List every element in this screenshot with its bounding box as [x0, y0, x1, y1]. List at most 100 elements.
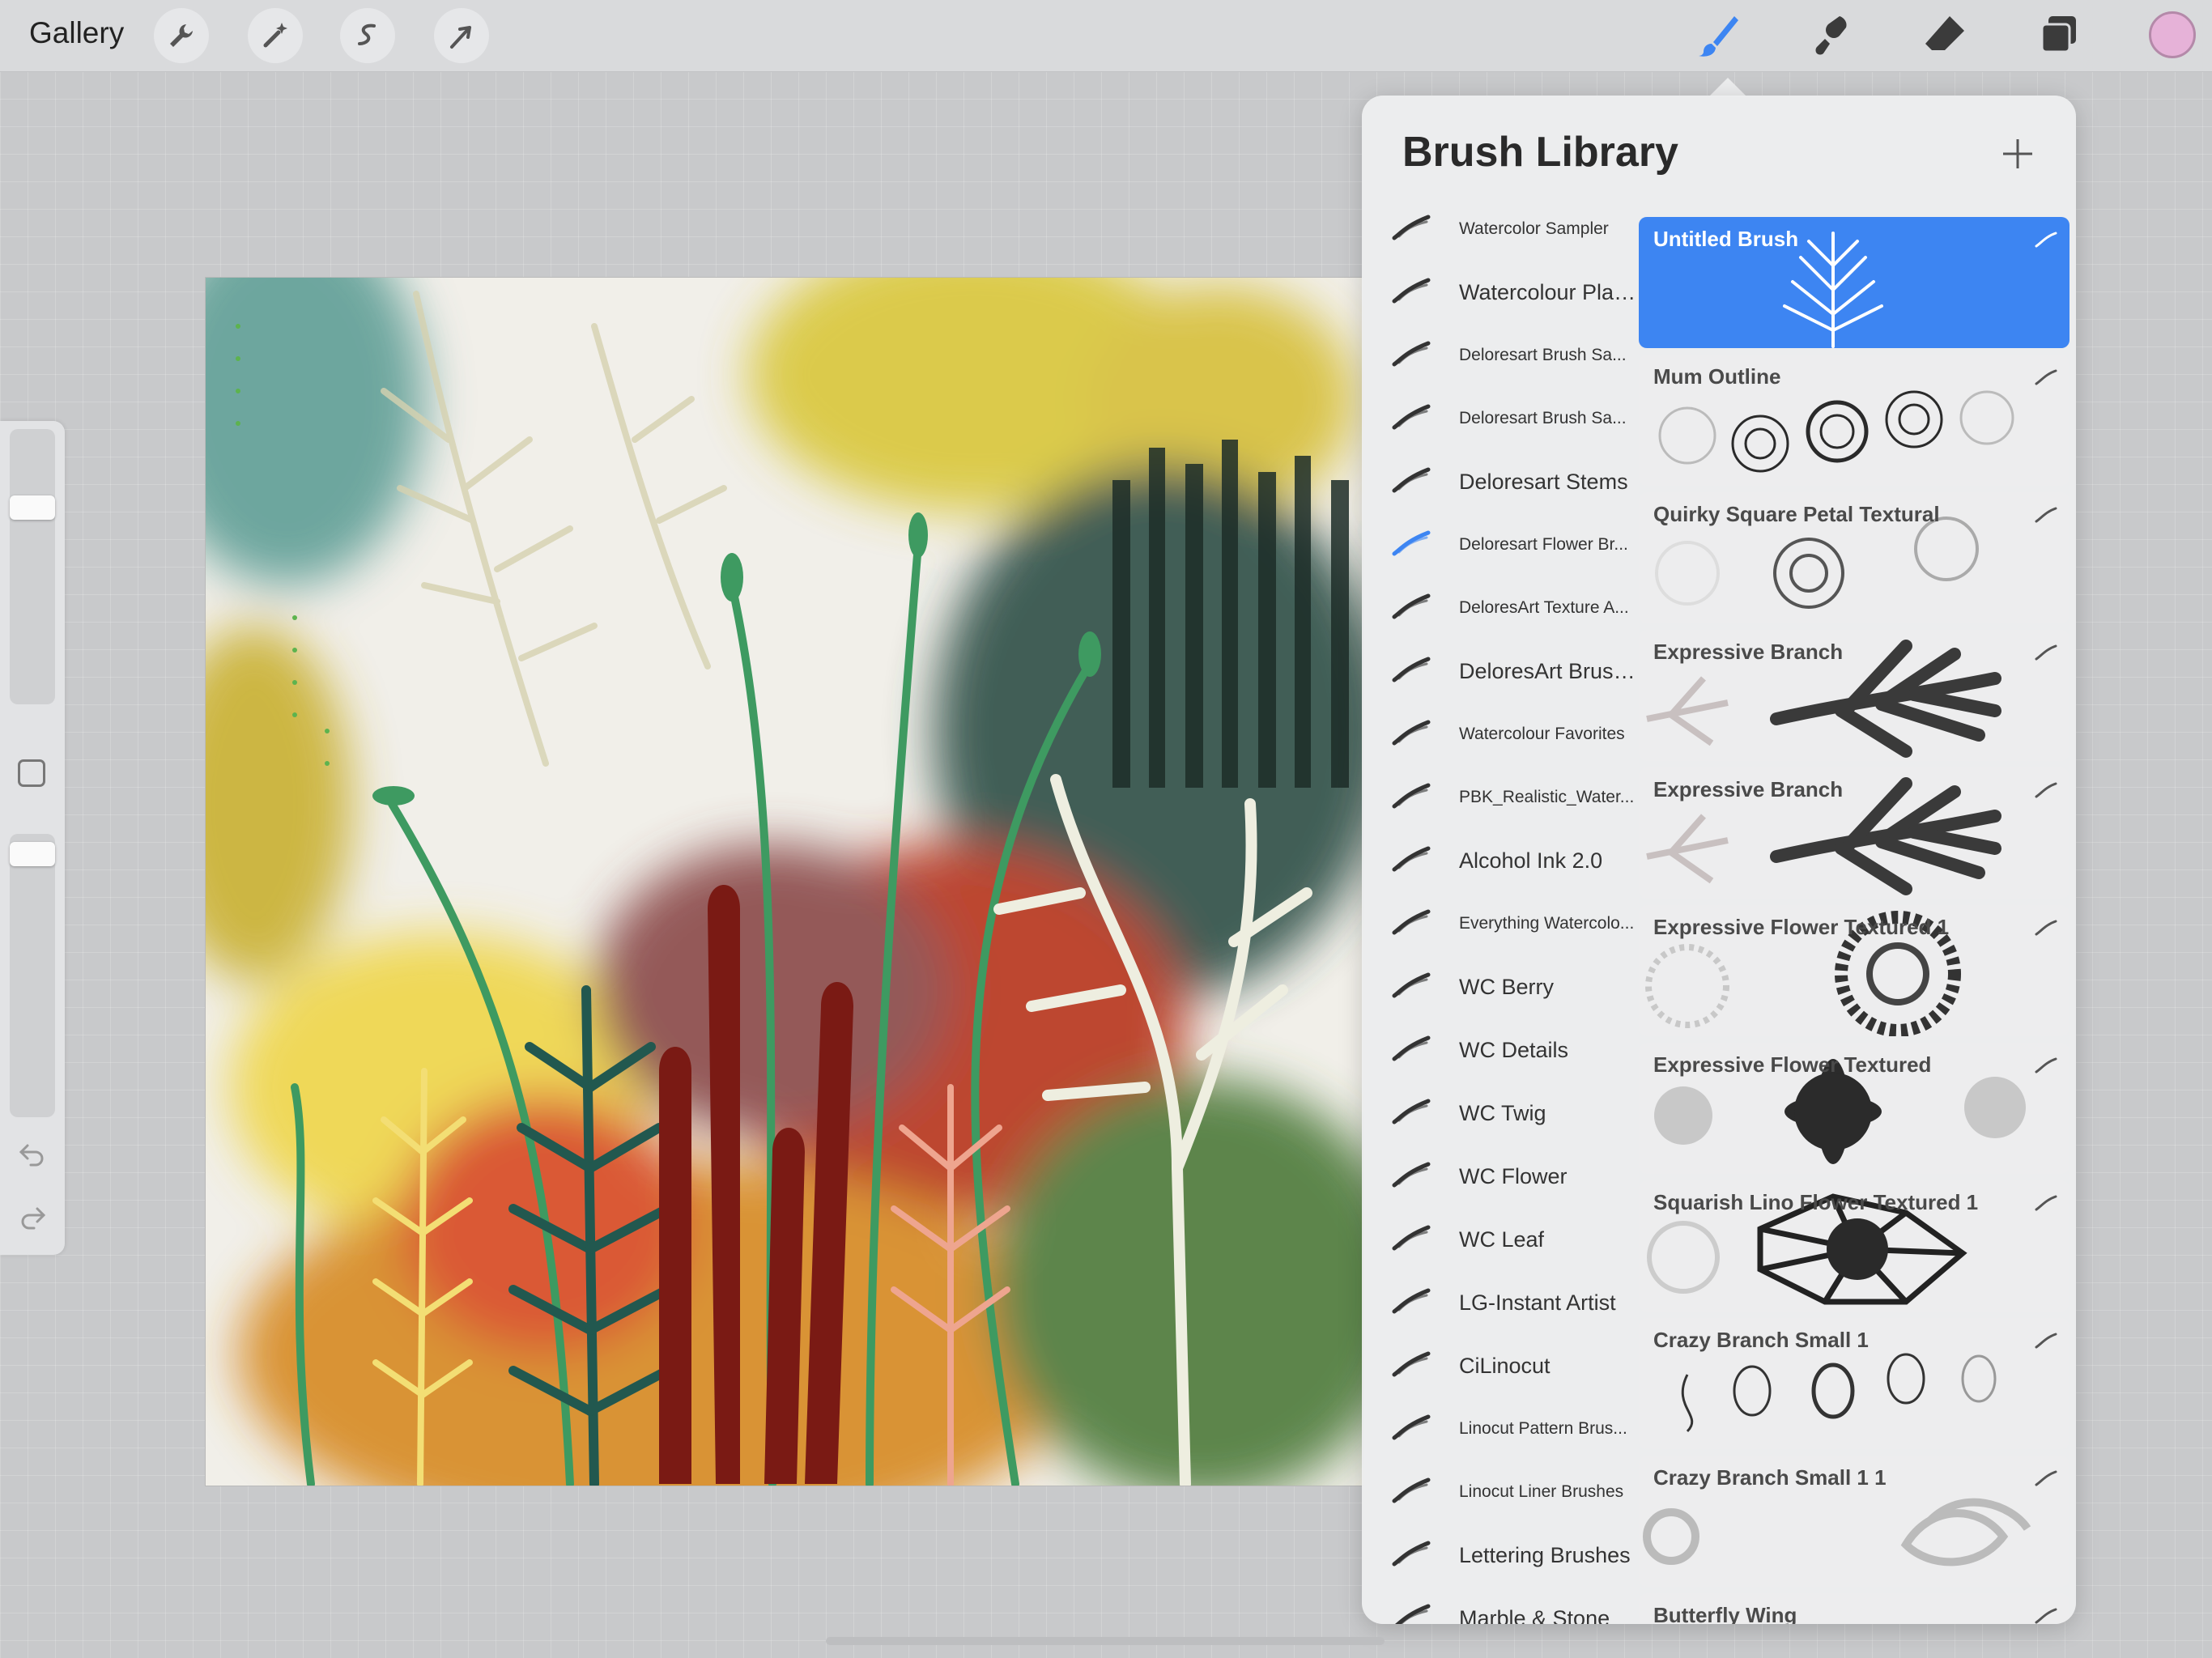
brush-item[interactable]: Butterfly Wing: [1639, 1593, 2069, 1624]
brush-stroke-icon: [1392, 846, 1431, 872]
brush-name: Quirky Square Petal Textural: [1653, 502, 1940, 526]
modify-button[interactable]: [18, 759, 45, 787]
plus-icon: [2003, 139, 2032, 168]
brush-set-label: Watercolor Sampler: [1459, 219, 1609, 238]
brush-name: Expressive Branch: [1653, 777, 1844, 801]
layers-button[interactable]: [2031, 8, 2086, 63]
brush-item[interactable]: Expressive Branch: [1639, 630, 2069, 761]
brush-set-item[interactable]: Deloresart Flower Br...: [1362, 517, 1637, 573]
brush-set-item[interactable]: Watercolour Favorites: [1362, 706, 1637, 763]
brush-item[interactable]: Untitled Brush: [1639, 217, 2069, 348]
selection-button[interactable]: [340, 8, 395, 63]
brush-set-label: Marble & Stone: [1459, 1605, 1610, 1625]
brush-set-label: Deloresart Brush Sa...: [1459, 346, 1627, 364]
brush-set-label: WC Leaf: [1459, 1226, 1545, 1252]
brush-stroke-icon: [1392, 1541, 1431, 1567]
brush-set-item[interactable]: WC Details: [1362, 1022, 1637, 1078]
brush-set-item[interactable]: WC Twig: [1362, 1085, 1637, 1141]
undo-icon: [19, 1144, 44, 1167]
brush-stroke-icon: [1392, 404, 1431, 430]
brush-tool-button[interactable]: [1691, 8, 1746, 63]
watercolor-artwork: [206, 278, 1363, 1486]
actions-button[interactable]: [154, 8, 209, 63]
brush-stroke-icon: [1392, 1162, 1431, 1188]
brush-set-item[interactable]: Linocut Liner Brushes: [1362, 1464, 1637, 1520]
brush-set-item[interactable]: PBK_Realistic_Water...: [1362, 769, 1637, 826]
brush-stroke-icon: [1392, 1225, 1431, 1251]
brush-stroke-icon: [1392, 1351, 1431, 1377]
brush-stroke-icon: [1392, 1414, 1431, 1440]
brush-item[interactable]: Mum Outline: [1639, 355, 2069, 486]
brush-name: Expressive Flower Textured 1: [1653, 915, 1950, 939]
brush-set-label: Deloresart Flower Br...: [1459, 535, 1628, 554]
brush-stroke-icon: [1392, 215, 1431, 240]
brush-name: Expressive Branch: [1653, 640, 1844, 664]
brush-set-item[interactable]: DeloresArt Texture A...: [1362, 580, 1637, 636]
brush-set-item[interactable]: Watercolour Plants: [1362, 264, 1639, 321]
brush-stroke-icon: [1392, 467, 1431, 493]
brush-name: Crazy Branch Small 1: [1653, 1328, 1869, 1352]
brush-size-slider[interactable]: [10, 429, 55, 704]
brush-set-item[interactable]: WC Flower: [1362, 1148, 1637, 1205]
brush-type-icon: [2035, 782, 2057, 798]
brush-set-label: Linocut Liner Brushes: [1459, 1482, 1624, 1501]
brush-item[interactable]: Squarish Lino Flower Textured 1: [1639, 1180, 2069, 1312]
brush-type-icon: [2035, 1470, 2057, 1486]
brush-set-label: WC Berry: [1459, 974, 1554, 999]
eraser-tool-button[interactable]: [1917, 8, 1972, 63]
brush-library-panel: Brush Library Watercolor Sampler Watercol…: [1362, 96, 2076, 1624]
redo-icon: [21, 1207, 46, 1230]
brush-set-label: DeloresArt Brushes: [1459, 658, 1639, 683]
transform-button[interactable]: [434, 8, 489, 63]
brush-set-item[interactable]: Watercolor Sampler: [1362, 201, 1637, 257]
brush-set-item[interactable]: CiLinocut: [1362, 1337, 1637, 1394]
brush-item[interactable]: Expressive Flower Textured 1: [1639, 905, 2069, 1036]
brush-set-label: Deloresart Stems: [1459, 469, 1628, 494]
brush-set-item[interactable]: DeloresArt Brushes: [1362, 643, 1639, 699]
brush-set-item[interactable]: Deloresart Brush Sa...: [1362, 390, 1637, 447]
color-picker-button[interactable]: [2149, 11, 2196, 58]
brush-set-label: DeloresArt Texture A...: [1459, 598, 1629, 617]
brush-set-item[interactable]: WC Berry: [1362, 959, 1637, 1015]
brush-set-item[interactable]: Marble & Stone: [1362, 1590, 1637, 1624]
home-indicator: [826, 1637, 1385, 1645]
brush-set-item[interactable]: Everything Watercolo...: [1362, 895, 1637, 952]
brush-item[interactable]: Crazy Branch Small 1 1: [1639, 1456, 2069, 1587]
brush-name: Crazy Branch Small 1 1: [1653, 1465, 1887, 1490]
brush-name: Butterfly Wing: [1653, 1603, 1797, 1624]
panel-title: Brush Library: [1402, 129, 1678, 176]
brush-set-item[interactable]: LG-Instant Artist: [1362, 1274, 1637, 1331]
brush-stroke-icon: [1392, 783, 1431, 809]
brush-size-thumb[interactable]: [10, 495, 55, 520]
add-brush-button[interactable]: [1995, 131, 2040, 176]
undo-button[interactable]: [16, 1138, 49, 1171]
brush-stroke-icon: [1392, 530, 1431, 556]
brush-set-item[interactable]: Lettering Brushes: [1362, 1527, 1637, 1584]
brush-set-item[interactable]: Deloresart Brush Sa...: [1362, 327, 1637, 384]
brush-set-item[interactable]: Linocut Pattern Brus...: [1362, 1401, 1637, 1457]
smudge-tool-button[interactable]: [1804, 8, 1859, 63]
brush-type-icon: [2035, 920, 2057, 936]
gallery-button[interactable]: Gallery: [29, 16, 124, 50]
brush-set-item[interactable]: Alcohol Ink 2.0: [1362, 832, 1637, 889]
brush-item[interactable]: Expressive Flower Textured: [1639, 1043, 2069, 1174]
opacity-slider[interactable]: [10, 834, 55, 1117]
brush-set-label: Everything Watercolo...: [1459, 914, 1635, 933]
redo-button[interactable]: [16, 1201, 49, 1234]
adjustments-button[interactable]: [248, 8, 303, 63]
opacity-thumb[interactable]: [10, 842, 55, 866]
brush-type-icon: [2035, 644, 2057, 661]
panel-pointer: [1708, 78, 1747, 97]
brush-set-label: CiLinocut: [1459, 1353, 1551, 1378]
brush-set-item[interactable]: Deloresart Stems: [1362, 453, 1637, 510]
brush-set-label: Watercolour Favorites: [1459, 725, 1625, 743]
brush-set-label: Linocut Pattern Brus...: [1459, 1419, 1627, 1438]
brush-stroke-icon: [1392, 1288, 1431, 1314]
brush-stroke-icon: [1392, 593, 1431, 619]
brush-item[interactable]: Crazy Branch Small 1: [1639, 1318, 2069, 1449]
brush-set-item[interactable]: WC Leaf: [1362, 1211, 1637, 1268]
brush-item[interactable]: Expressive Branch: [1639, 767, 2069, 899]
brush-stroke-icon: [1394, 1604, 1431, 1624]
brush-item[interactable]: Quirky Square Petal Textural: [1639, 492, 2069, 623]
artwork-canvas[interactable]: [205, 277, 1364, 1486]
